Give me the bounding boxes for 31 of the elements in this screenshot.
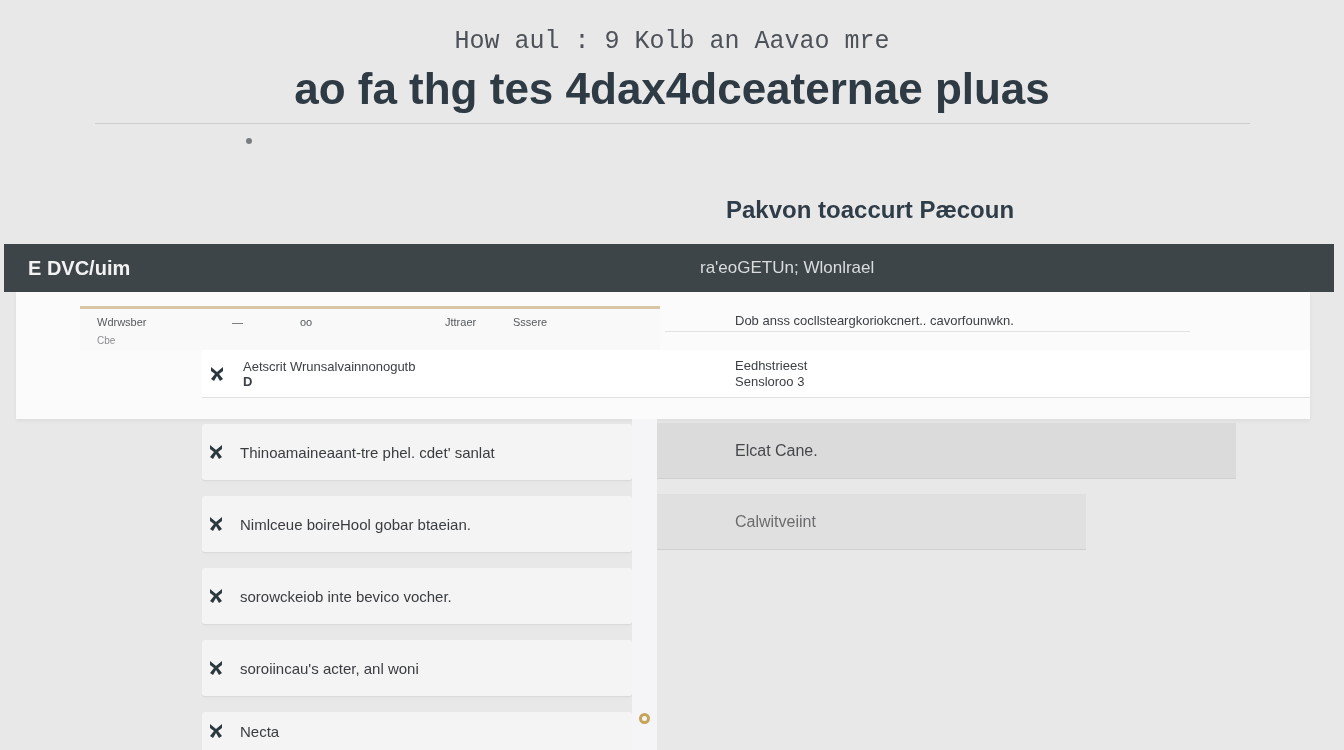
detail-text: Sensloroo 3 xyxy=(735,373,806,390)
item-text: sorowckeiob inte bevico vocher. xyxy=(240,587,452,605)
bar-caption: ra'eoGETUn; Wlonlrael xyxy=(700,258,875,278)
column-header: Wdrwsber xyxy=(97,315,148,330)
column-header: Sssere xyxy=(513,315,548,330)
table-note: Dob anss cocllsteargkoriokcnert.. cavorfounwkn. xyxy=(735,313,1014,328)
item-text: soroiincau's acter, anl woni xyxy=(240,659,419,677)
x-mark-icon xyxy=(209,444,223,460)
item-text: Thinoamaineaant-tre phel. cdet' sanlat xyxy=(240,443,495,461)
detail-text: Eedhstrieest xyxy=(735,357,808,374)
section-heading: Pakvon toaccurt Pæcoun xyxy=(726,197,1016,223)
dot-icon xyxy=(246,138,252,144)
x-mark-icon xyxy=(209,516,223,532)
column-header: oo xyxy=(300,315,314,330)
x-mark-icon xyxy=(209,660,223,676)
x-mark-icon xyxy=(209,723,223,739)
column-header: Jttraer xyxy=(445,315,478,330)
column-header: — xyxy=(232,315,244,330)
x-mark-icon xyxy=(209,588,223,604)
x-mark-icon xyxy=(210,365,224,382)
bar-label: E DVC/uim xyxy=(28,256,132,280)
ring-icon xyxy=(639,713,650,724)
item-text: Aetscrit Wrunsalvainnonogutb xyxy=(243,358,416,374)
table-cell: Calwitveiint xyxy=(657,494,1086,550)
page-title: ao fa thg tes 4dax4dceaternae pluas xyxy=(294,65,1050,113)
item-text: Nimlceue boireHool gobar btaeian. xyxy=(240,515,471,533)
item-subtext: D xyxy=(243,373,254,389)
page-subtitle: How aul : 9 Kolb an Aavao mre xyxy=(454,26,890,58)
column-sublabel: Cbe xyxy=(97,334,117,348)
table-cell: Elcat Cane. xyxy=(657,423,1236,479)
item-text: Necta xyxy=(240,722,280,740)
